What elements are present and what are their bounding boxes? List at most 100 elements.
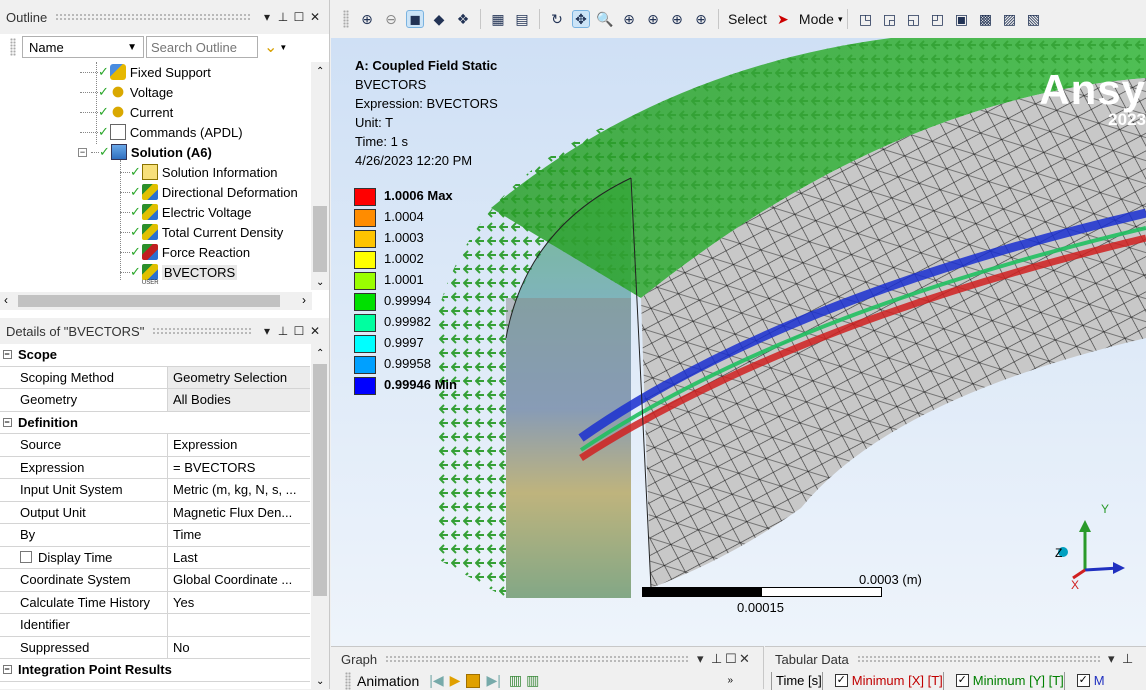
scroll-down-icon[interactable]: ⌄ — [316, 676, 324, 687]
close-icon[interactable]: ✕ — [739, 651, 753, 667]
toolbar-grip-icon[interactable] — [343, 10, 349, 28]
pan-icon[interactable]: ✥ — [572, 10, 590, 28]
scrollbar-thumb[interactable] — [313, 206, 327, 272]
chevron-down-icon[interactable]: ▼ — [279, 43, 287, 52]
scroll-right-icon[interactable]: › — [302, 293, 306, 307]
scroll-left-icon[interactable]: ‹ — [4, 293, 8, 307]
toolbar-grip-icon[interactable] — [10, 38, 16, 56]
legend-swatch[interactable] — [354, 230, 376, 248]
chevron-down-icon[interactable]: ▾ — [838, 14, 843, 25]
row-expression[interactable]: Expression = BVECTORS — [0, 456, 310, 479]
layout-alt-icon[interactable]: ▤ — [513, 10, 531, 28]
column-checkbox[interactable]: ✓ — [955, 674, 969, 687]
select-node-icon[interactable]: ▣ — [952, 10, 970, 28]
zoom-icon[interactable]: 🔍 — [596, 10, 614, 28]
tree-item-solution-information[interactable]: ✓ Solution Information — [120, 162, 278, 182]
property-value[interactable]: Last — [168, 547, 310, 569]
select-mesh-icon[interactable]: ▧ — [1024, 10, 1042, 28]
tree-item-voltage[interactable]: ✓ Voltage — [80, 82, 173, 102]
collapse-icon[interactable]: − — [2, 665, 12, 675]
column-checkbox[interactable]: ✓ — [1076, 674, 1090, 687]
group-definition[interactable]: − Definition — [0, 411, 310, 434]
collapse-icon[interactable]: − — [2, 417, 12, 427]
outline-vertical-scrollbar[interactable]: ⌃ ⌄ — [311, 62, 329, 290]
row-coordinate-system[interactable]: Coordinate System Global Coordinate ... — [0, 569, 310, 592]
pin-icon[interactable]: ⊥ — [1122, 651, 1136, 667]
collapse-icon[interactable]: − — [2, 350, 12, 360]
zoom-to-fit-icon[interactable]: ⊕ — [358, 10, 376, 28]
mode-dropdown[interactable]: Mode — [799, 11, 834, 27]
dropdown-arrow-icon[interactable]: ▾ — [259, 10, 275, 24]
zoom-previous-icon[interactable]: ⊕ — [668, 10, 686, 28]
tree-item-solution[interactable]: − ✓ Solution (A6) — [78, 142, 212, 162]
edges-icon[interactable]: ❖ — [454, 10, 472, 28]
legend-label[interactable]: 1.0004 — [384, 209, 424, 224]
select-vertex-icon[interactable]: ◳ — [856, 10, 874, 28]
stop-icon[interactable] — [466, 673, 481, 688]
pin-icon[interactable]: ⊥ — [711, 651, 725, 667]
outline-horizontal-scrollbar[interactable]: ‹ › — [0, 292, 312, 310]
group-integration-point-results[interactable]: − Integration Point Results — [0, 659, 310, 682]
column-checkbox[interactable]: ✓ — [834, 674, 848, 687]
previous-frame-icon[interactable]: |◀ — [429, 672, 443, 689]
column-header-time[interactable]: Time [s] — [771, 671, 822, 690]
toolbar-grip-icon[interactable] — [345, 671, 351, 690]
drag-grip[interactable] — [55, 13, 251, 21]
distributed-frames-icon[interactable]: ▥ — [509, 672, 522, 689]
play-icon[interactable]: ▶ — [450, 672, 461, 689]
property-value[interactable]: Global Coordinate ... — [168, 569, 310, 591]
row-display-time[interactable]: Display Time Last — [0, 546, 310, 569]
row-suppressed[interactable]: Suppressed No — [0, 636, 310, 659]
row-output-unit[interactable]: Output Unit Magnetic Flux Den... — [0, 501, 310, 524]
column-header-truncated[interactable]: ✓ M — [1063, 671, 1105, 690]
rotate-icon[interactable]: ↻ — [548, 10, 566, 28]
drag-grip[interactable] — [152, 327, 251, 335]
graphics-viewport[interactable]: A: Coupled Field Static BVECTORS Express… — [331, 38, 1146, 646]
pin-icon[interactable]: ⊥ — [275, 10, 291, 24]
layout-icon[interactable]: ▦ — [489, 10, 507, 28]
legend-label[interactable]: 1.0003 — [384, 230, 424, 245]
select-element-icon[interactable]: ▩ — [976, 10, 994, 28]
zoom-next-icon[interactable]: ⊕ — [692, 10, 710, 28]
property-value[interactable]: Yes — [168, 592, 310, 614]
row-source[interactable]: Source Expression — [0, 434, 310, 457]
legend-swatch[interactable] — [354, 293, 376, 311]
property-value[interactable]: All Bodies — [168, 389, 310, 411]
scroll-down-icon[interactable]: ⌄ — [316, 277, 324, 288]
scrollbar-thumb[interactable] — [313, 364, 327, 596]
property-value[interactable]: Magnetic Flux Den... — [168, 502, 310, 524]
property-value[interactable]: Time — [168, 524, 310, 546]
select-element-face-icon[interactable]: ▨ — [1000, 10, 1018, 28]
tree-item-total-current-density[interactable]: ✓ Total Current Density — [120, 222, 283, 242]
property-value[interactable]: Geometry Selection — [168, 366, 310, 388]
legend-swatch[interactable] — [354, 188, 376, 206]
row-identifier[interactable]: Identifier — [0, 614, 310, 637]
tree-item-bvectors[interactable]: ✓ USER BVECTORS — [120, 262, 238, 286]
legend-label[interactable]: 0.99946 Min — [384, 377, 457, 392]
legend-swatch[interactable] — [354, 377, 376, 395]
legend-label[interactable]: 1.0001 — [384, 272, 424, 287]
column-header-min-x[interactable]: ✓ Minimum [X] [T] — [821, 671, 943, 690]
filter-select[interactable]: Name ▼ — [22, 36, 144, 58]
result-sets-icon[interactable]: ▥ — [526, 672, 539, 689]
legend-swatch[interactable] — [354, 356, 376, 374]
next-frame-icon[interactable]: ▶| — [486, 672, 500, 689]
shaded-view-icon[interactable]: ◼ — [406, 10, 424, 28]
box-zoom-icon[interactable]: ⊕ — [620, 10, 638, 28]
scroll-up-icon[interactable]: ⌃ — [316, 66, 324, 77]
maximize-icon[interactable]: ☐ — [291, 10, 307, 24]
legend-swatch[interactable] — [354, 251, 376, 269]
search-input[interactable] — [146, 36, 258, 58]
legend-label[interactable]: 0.9997 — [384, 335, 424, 350]
select-label[interactable]: Select — [728, 11, 767, 27]
zoom-in-icon[interactable]: ⊕ — [644, 10, 662, 28]
scrollbar-thumb[interactable] — [18, 295, 280, 307]
legend-label[interactable]: 1.0002 — [384, 251, 424, 266]
row-input-unit-system[interactable]: Input Unit System Metric (m, kg, N, s, .… — [0, 479, 310, 502]
dropdown-arrow-icon[interactable]: ▾ — [259, 324, 275, 338]
drag-grip[interactable] — [385, 655, 689, 663]
legend-label[interactable]: 0.99982 — [384, 314, 431, 329]
select-mode-cursor-icon[interactable]: ➤ — [774, 10, 792, 28]
group-scope[interactable]: − Scope — [0, 344, 310, 367]
dropdown-arrow-icon[interactable]: ▾ — [1108, 651, 1122, 667]
